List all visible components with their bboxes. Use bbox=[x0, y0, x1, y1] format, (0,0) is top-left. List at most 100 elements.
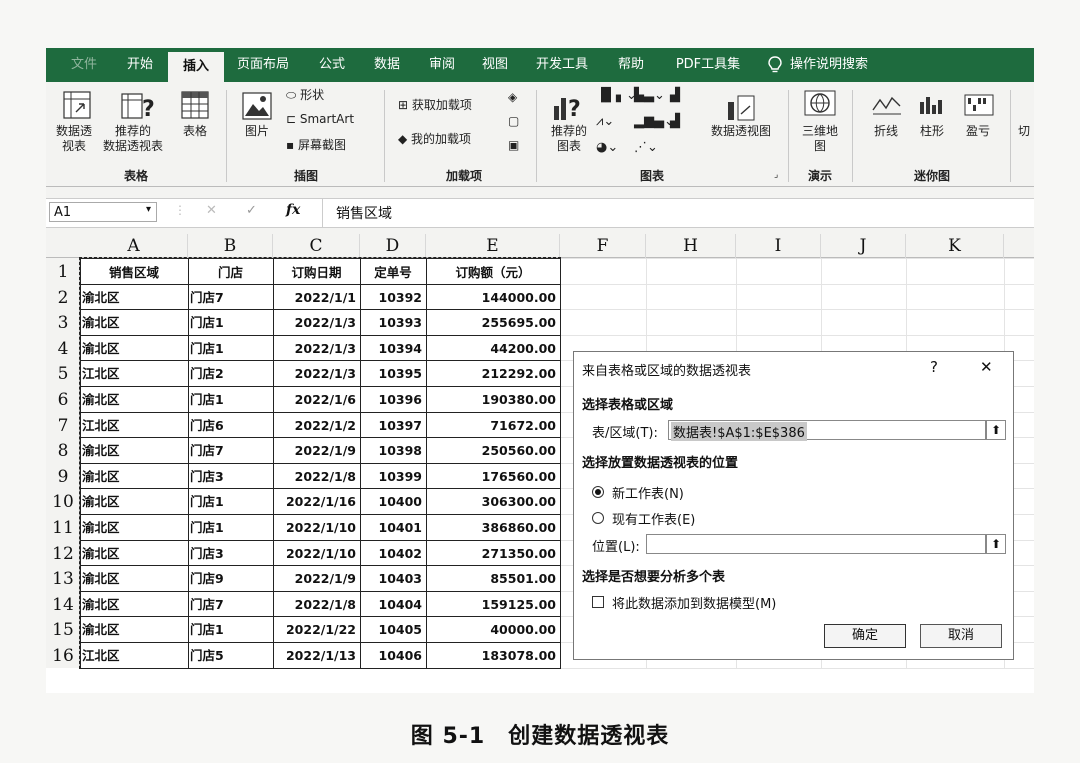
scatter-chart-icon[interactable]: ⋰⌄ bbox=[634, 140, 658, 155]
recommended-charts-button[interactable]: 推荐的 图表 bbox=[544, 124, 594, 154]
section-multiple-tables: 选择是否想要分析多个表 bbox=[582, 570, 726, 585]
cancel-button[interactable]: 取消 bbox=[920, 624, 1002, 648]
row-header[interactable]: 6 bbox=[46, 388, 80, 414]
column-header[interactable]: J bbox=[821, 234, 906, 258]
column-header[interactable]: A bbox=[80, 234, 188, 258]
screenshot-icon: ▪ bbox=[286, 138, 298, 152]
range-picker-icon[interactable]: ⬆ bbox=[986, 420, 1006, 440]
column-header[interactable]: E bbox=[426, 234, 560, 258]
line-chart-icon[interactable]: ⩘⌄ bbox=[596, 114, 614, 129]
smartart-button[interactable]: ⊏ SmartArt bbox=[286, 112, 354, 127]
location-picker-icon[interactable]: ⬆ bbox=[986, 534, 1006, 554]
row-header[interactable]: 12 bbox=[46, 542, 80, 568]
hierarchy-chart-icon[interactable]: ▙▃⌄ bbox=[634, 88, 665, 103]
pie-chart-icon[interactable]: ◕⌄ bbox=[596, 140, 618, 155]
my-addins-button[interactable]: ◆ 我的加载项 bbox=[398, 132, 471, 147]
table-button[interactable]: 表格 bbox=[170, 124, 220, 139]
recommended-pivot-button[interactable]: 推荐的 数据透视表 bbox=[98, 124, 168, 154]
name-box[interactable]: A1 bbox=[49, 202, 157, 222]
shapes-button[interactable]: ⬭ 形状 bbox=[286, 88, 324, 103]
tab-pdf-tools[interactable]: PDF工具集 bbox=[662, 48, 754, 82]
row-header[interactable]: 7 bbox=[46, 414, 80, 440]
tab-home[interactable]: 开始 bbox=[112, 48, 168, 82]
tab-insert[interactable]: 插入 bbox=[168, 52, 224, 82]
pivot-table-button[interactable]: 数据透 视表 bbox=[46, 124, 102, 154]
row-header[interactable]: 11 bbox=[46, 516, 80, 542]
row-header[interactable]: 14 bbox=[46, 593, 80, 619]
tab-page-layout[interactable]: 页面布局 bbox=[226, 48, 300, 82]
recommended-pivot-icon[interactable]: ? bbox=[120, 88, 156, 122]
location-input[interactable] bbox=[646, 534, 986, 554]
3d-map-button[interactable]: 三维地 图 bbox=[794, 124, 846, 154]
help-button[interactable]: ? bbox=[930, 358, 938, 376]
recommended-charts-icon[interactable]: ? bbox=[552, 90, 584, 122]
row-header[interactable]: 13 bbox=[46, 567, 80, 593]
column-header[interactable]: K bbox=[906, 234, 1004, 258]
group-label-tables: 表格 bbox=[123, 169, 148, 183]
picture-icon[interactable] bbox=[242, 92, 272, 120]
drag-handle-icon[interactable]: ⋮ bbox=[174, 203, 186, 217]
column-header[interactable]: D bbox=[360, 234, 426, 258]
sparkline-line-button[interactable]: 折线 bbox=[864, 124, 908, 139]
visio-icon[interactable]: ▣ bbox=[508, 138, 519, 153]
bing-maps-icon[interactable]: ◈ bbox=[508, 90, 517, 105]
new-worksheet-label[interactable]: 新工作表(N) bbox=[612, 483, 684, 502]
combo-chart-icon[interactable]: ▟ bbox=[670, 114, 680, 129]
tell-me-search[interactable]: 操作说明搜索 bbox=[790, 48, 890, 82]
row-header[interactable]: 4 bbox=[46, 337, 80, 363]
existing-worksheet-radio[interactable] bbox=[592, 512, 604, 524]
tab-file[interactable]: 文件 bbox=[56, 48, 112, 82]
row-header[interactable]: 15 bbox=[46, 618, 80, 644]
pivot-chart-icon[interactable] bbox=[726, 94, 756, 122]
name-box-dropdown-icon[interactable]: ▾ bbox=[146, 204, 151, 215]
column-header[interactable]: I bbox=[736, 234, 821, 258]
tab-formulas[interactable]: 公式 bbox=[306, 48, 358, 82]
table-icon[interactable] bbox=[180, 90, 210, 120]
row-header[interactable]: 1 bbox=[46, 260, 80, 286]
sparkline-winloss-icon[interactable] bbox=[964, 94, 994, 116]
column-chart-icon[interactable]: ▐▌▖⌄ bbox=[596, 88, 637, 103]
slicer-button[interactable]: 切 bbox=[1014, 124, 1034, 139]
globe-map-icon[interactable] bbox=[804, 88, 836, 118]
tab-review[interactable]: 审阅 bbox=[418, 48, 466, 82]
pivot-table-icon[interactable] bbox=[62, 90, 92, 120]
data-model-label[interactable]: 将此数据添加到数据模型(M) bbox=[612, 593, 776, 612]
insert-function-icon[interactable]: fx bbox=[286, 202, 300, 218]
new-worksheet-radio[interactable] bbox=[592, 486, 604, 498]
sparkline-line-icon[interactable] bbox=[872, 94, 902, 116]
row-header[interactable]: 8 bbox=[46, 439, 80, 465]
row-header[interactable]: 16 bbox=[46, 644, 80, 670]
close-button[interactable]: ✕ bbox=[980, 358, 993, 376]
dialog-launcher-icon[interactable]: ⌟ bbox=[774, 168, 778, 183]
tab-data[interactable]: 数据 bbox=[362, 48, 412, 82]
cancel-icon[interactable]: ✕ bbox=[206, 203, 217, 218]
range-input[interactable]: 数据表!$A$1:$E$386 bbox=[668, 420, 986, 441]
column-header[interactable]: B bbox=[188, 234, 273, 258]
column-header[interactable]: H bbox=[646, 234, 736, 258]
column-header[interactable]: F bbox=[560, 234, 646, 258]
pivot-chart-button[interactable]: 数据透视图 bbox=[706, 124, 776, 139]
existing-worksheet-label[interactable]: 现有工作表(E) bbox=[612, 509, 695, 528]
data-model-checkbox[interactable] bbox=[592, 596, 604, 608]
statistic-chart-icon[interactable]: ▂▆▄⌄ bbox=[634, 114, 675, 129]
row-header[interactable]: 5 bbox=[46, 362, 80, 388]
tab-developer[interactable]: 开发工具 bbox=[526, 48, 598, 82]
people-graph-icon[interactable]: ▢ bbox=[508, 114, 519, 129]
sparkline-winloss-button[interactable]: 盈亏 bbox=[956, 124, 1000, 139]
row-header[interactable]: 10 bbox=[46, 490, 80, 516]
sparkline-column-button[interactable]: 柱形 bbox=[910, 124, 954, 139]
enter-check-icon[interactable]: ✓ bbox=[246, 203, 257, 218]
ok-button[interactable]: 确定 bbox=[824, 624, 906, 648]
sparkline-column-icon[interactable] bbox=[918, 94, 948, 116]
row-header[interactable]: 3 bbox=[46, 311, 80, 337]
screenshot-button[interactable]: ▪ 屏幕截图 bbox=[286, 138, 346, 153]
row-header[interactable]: 2 bbox=[46, 286, 80, 312]
waterfall-chart-icon[interactable]: ▟ bbox=[670, 88, 680, 103]
tab-help[interactable]: 帮助 bbox=[606, 48, 656, 82]
row-header[interactable]: 9 bbox=[46, 465, 80, 491]
tab-view[interactable]: 视图 bbox=[470, 48, 520, 82]
pictures-button[interactable]: 图片 bbox=[234, 124, 280, 139]
column-header[interactable]: C bbox=[273, 234, 360, 258]
formula-input[interactable]: 销售区域 bbox=[336, 203, 392, 223]
get-addins-button[interactable]: ⊞ 获取加载项 bbox=[398, 98, 472, 113]
